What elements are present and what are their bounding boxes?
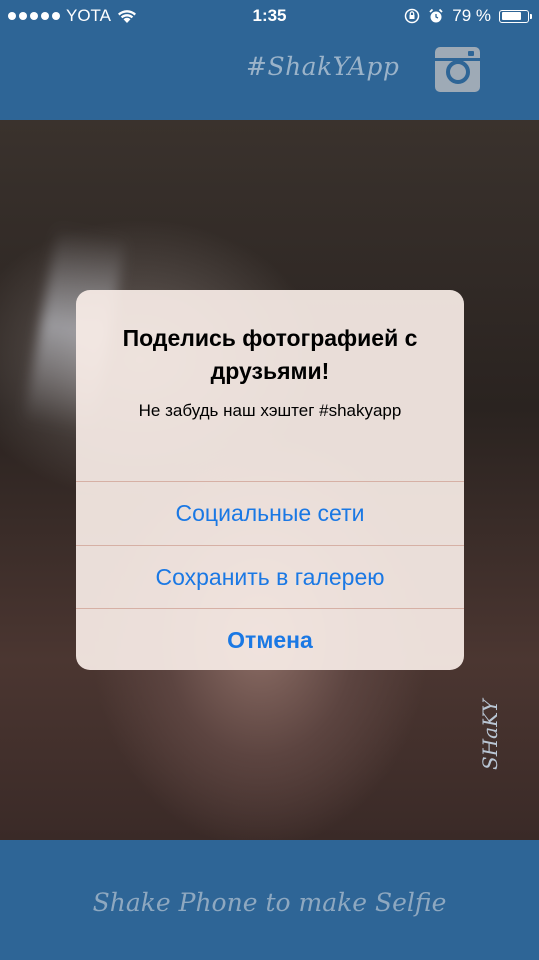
social-networks-button[interactable]: Социальные сети xyxy=(76,481,464,545)
status-indicators: 79 % xyxy=(404,6,532,26)
dialog-title: Поделись фотографией с друзьями! xyxy=(122,325,418,384)
battery-icon xyxy=(499,9,532,23)
dialog-message: Не забудь наш хэштег #shakyapp xyxy=(138,401,402,420)
cancel-button[interactable]: Отмена xyxy=(76,608,464,670)
photo-watermark: SHaKY xyxy=(478,699,502,770)
share-alert-dialog: Поделись фотографией с друзьями! Не забу… xyxy=(76,290,464,670)
instagram-icon xyxy=(446,60,470,84)
save-to-gallery-button[interactable]: Сохранить в галерею xyxy=(76,545,464,609)
status-bar: YOTA 1:35 79 % xyxy=(0,0,539,32)
footer-bar: Shake Phone to make Selfie xyxy=(0,840,539,960)
hashtag-logo: #ShakYApp xyxy=(246,52,400,81)
alarm-icon xyxy=(429,8,443,23)
rotation-lock-icon xyxy=(405,8,420,24)
app-header: #ShakYApp xyxy=(0,32,539,120)
battery-percentage: 79 % xyxy=(452,6,491,25)
shake-hint-text: Shake Phone to make Selfie xyxy=(92,888,447,917)
instagram-button[interactable] xyxy=(435,47,480,92)
